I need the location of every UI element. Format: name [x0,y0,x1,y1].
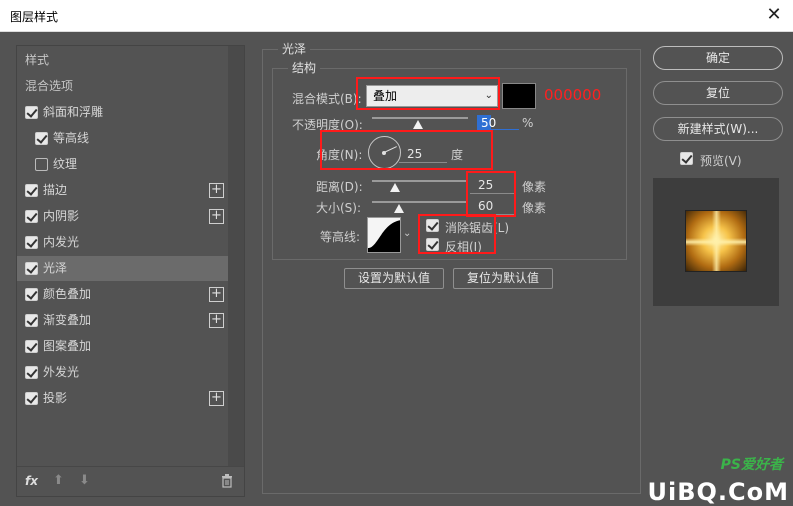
style-item-label: 混合选项 [25,79,74,93]
style-item-label: 描边 [43,183,68,197]
style-item-label: 纹理 [53,157,78,171]
style-item-7[interactable]: 光泽 [17,256,229,281]
opacity-slider-track[interactable] [372,117,468,119]
opacity-input-underline [491,129,519,130]
style-item-0[interactable]: 混合选项 [17,74,229,99]
preview-checkbox[interactable] [680,152,693,165]
highlight-distance-size [466,171,516,217]
contour-picker[interactable] [367,217,401,253]
distance-slider-thumb[interactable] [390,183,400,192]
style-item-10[interactable]: 图案叠加 [17,334,229,359]
style-item-label: 光泽 [43,261,68,275]
add-effect-plus-icon[interactable]: + [209,209,224,224]
styles-header: 样式 [17,48,229,73]
style-item-12[interactable]: 投影 + [17,386,229,411]
style-item-checkbox[interactable] [25,184,38,197]
opacity-slider-thumb[interactable] [413,120,423,129]
move-up-icon[interactable]: ⬆ [53,473,64,488]
add-effect-plus-icon[interactable]: + [209,313,224,328]
distance-slider-track[interactable] [372,180,468,182]
satin-color-swatch[interactable] [502,83,536,109]
style-item-checkbox[interactable] [25,106,38,119]
set-default-button[interactable]: 设置为默认值 [344,268,444,289]
style-item-label: 颜色叠加 [43,287,92,301]
style-item-checkbox[interactable] [25,392,38,405]
color-hex-annotation: 000000 [544,86,602,104]
fx-icon[interactable]: fx [25,474,38,488]
style-item-label: 斜面和浮雕 [43,105,104,119]
preview-label[interactable]: 预览(V) [700,152,742,169]
size-label: 大小(S): [316,201,362,215]
style-item-label: 内阴影 [43,209,80,223]
style-item-11[interactable]: 外发光 [17,360,229,385]
add-effect-plus-icon[interactable]: + [209,287,224,302]
styles-list-toolbar: fx ⬆ ⬇ [17,466,244,496]
window-title: 图层样式 [10,10,59,24]
blend-mode-label: 混合模式(B): [292,92,362,106]
reset-default-button[interactable]: 复位为默认值 [453,268,553,289]
style-item-checkbox[interactable] [25,340,38,353]
style-item-checkbox[interactable] [25,262,38,275]
add-effect-plus-icon[interactable]: + [209,183,224,198]
satin-group-title: 光泽 [278,40,311,57]
style-item-3[interactable]: 纹理 [17,152,229,177]
size-slider-track[interactable] [372,201,468,203]
title-bar: 图层样式 ✕ [0,0,793,32]
structure-group-title: 结构 [288,59,321,76]
distance-label: 距离(D): [316,180,363,194]
style-item-label: 外发光 [43,365,80,379]
highlight-angle [320,130,493,170]
styles-header-label: 样式 [25,53,50,67]
add-effect-plus-icon[interactable]: + [209,391,224,406]
distance-unit: 像素 [522,180,547,194]
new-style-button[interactable]: 新建样式(W)... [653,117,783,141]
close-icon[interactable]: ✕ [763,4,785,26]
style-item-4[interactable]: 描边 + [17,178,229,203]
style-item-checkbox[interactable] [25,210,38,223]
style-item-8[interactable]: 颜色叠加 + [17,282,229,307]
preview-glow-image [685,210,747,272]
style-item-checkbox[interactable] [35,158,48,171]
contour-label: 等高线: [320,230,361,244]
trash-icon[interactable] [221,474,233,488]
style-item-5[interactable]: 内阴影 + [17,204,229,229]
style-item-label: 内发光 [43,235,80,249]
style-item-checkbox[interactable] [25,366,38,379]
highlight-blend-mode [356,77,500,110]
styles-list-scrollbar[interactable] [228,46,244,466]
style-item-checkbox[interactable] [25,288,38,301]
style-item-2[interactable]: 等高线 [17,126,229,151]
size-unit: 像素 [522,201,547,215]
preview-thumbnail [653,178,779,306]
reset-button[interactable]: 复位 [653,81,783,105]
contour-curve-icon [368,220,400,252]
style-item-label: 投影 [43,391,68,405]
size-slider-thumb[interactable] [394,204,404,213]
contour-dropdown-chevron-icon[interactable]: ⌄ [403,228,411,239]
style-item-6[interactable]: 内发光 [17,230,229,255]
ok-button[interactable]: 确定 [653,46,783,70]
watermark-text: UiBQ.CoM [647,478,789,506]
watermark-logo-text: PS爱好者 [720,457,783,473]
style-item-label: 渐变叠加 [43,313,92,327]
style-item-checkbox[interactable] [25,314,38,327]
style-item-1[interactable]: 斜面和浮雕 [17,100,229,125]
style-item-label: 等高线 [53,131,90,145]
style-item-9[interactable]: 渐变叠加 + [17,308,229,333]
style-item-checkbox[interactable] [25,236,38,249]
opacity-input[interactable]: 50 [477,115,496,130]
highlight-invert [418,214,496,254]
opacity-unit: % [522,116,534,130]
move-down-icon[interactable]: ⬇ [79,473,90,488]
style-item-checkbox[interactable] [35,132,48,145]
styles-list-panel: 样式 混合选项斜面和浮雕等高线纹理描边 + 内阴影 + 内发光光泽颜色叠加 + 渐变叠加 + 图… [16,45,245,497]
style-item-label: 图案叠加 [43,339,92,353]
